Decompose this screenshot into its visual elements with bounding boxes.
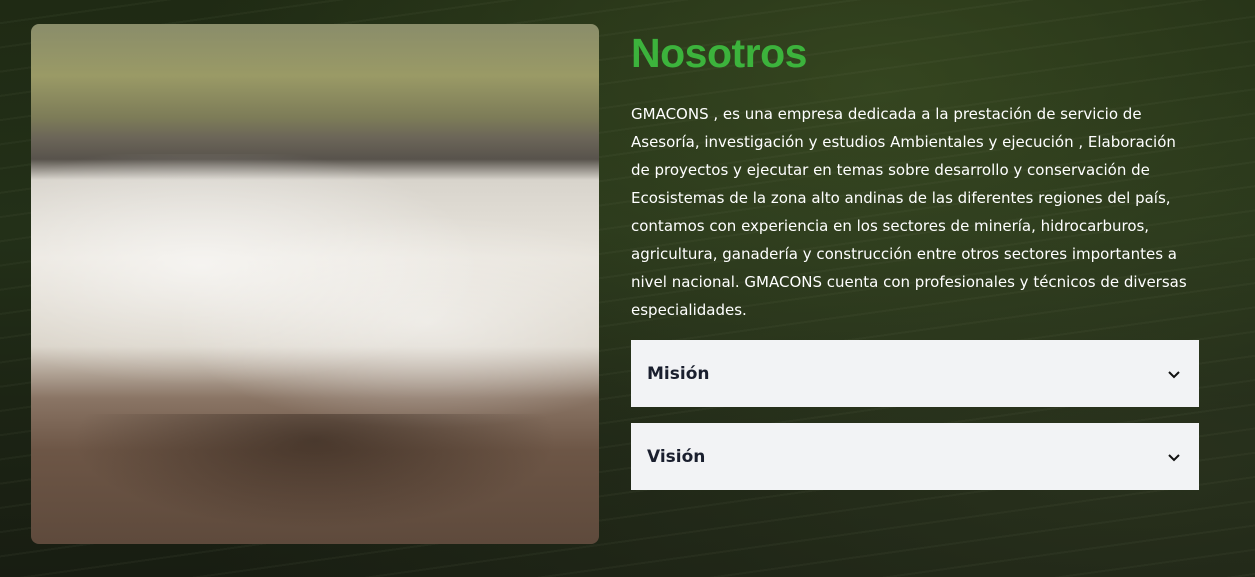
accordion-vision[interactable]: Visión <box>631 423 1199 490</box>
alpacas-photo <box>31 24 599 544</box>
section-description: GMACONS , es una empresa dedicada a la p… <box>631 105 1187 319</box>
accordion-mision[interactable]: Misión <box>631 340 1199 407</box>
section-title: Nosotros <box>631 30 807 76</box>
accordion-label: Visión <box>647 446 706 467</box>
about-section: Nosotros GMACONS , es una empresa dedica… <box>631 28 1199 324</box>
chevron-down-icon <box>1168 370 1180 378</box>
accordion-label: Misión <box>647 363 710 384</box>
chevron-down-icon <box>1168 453 1180 461</box>
